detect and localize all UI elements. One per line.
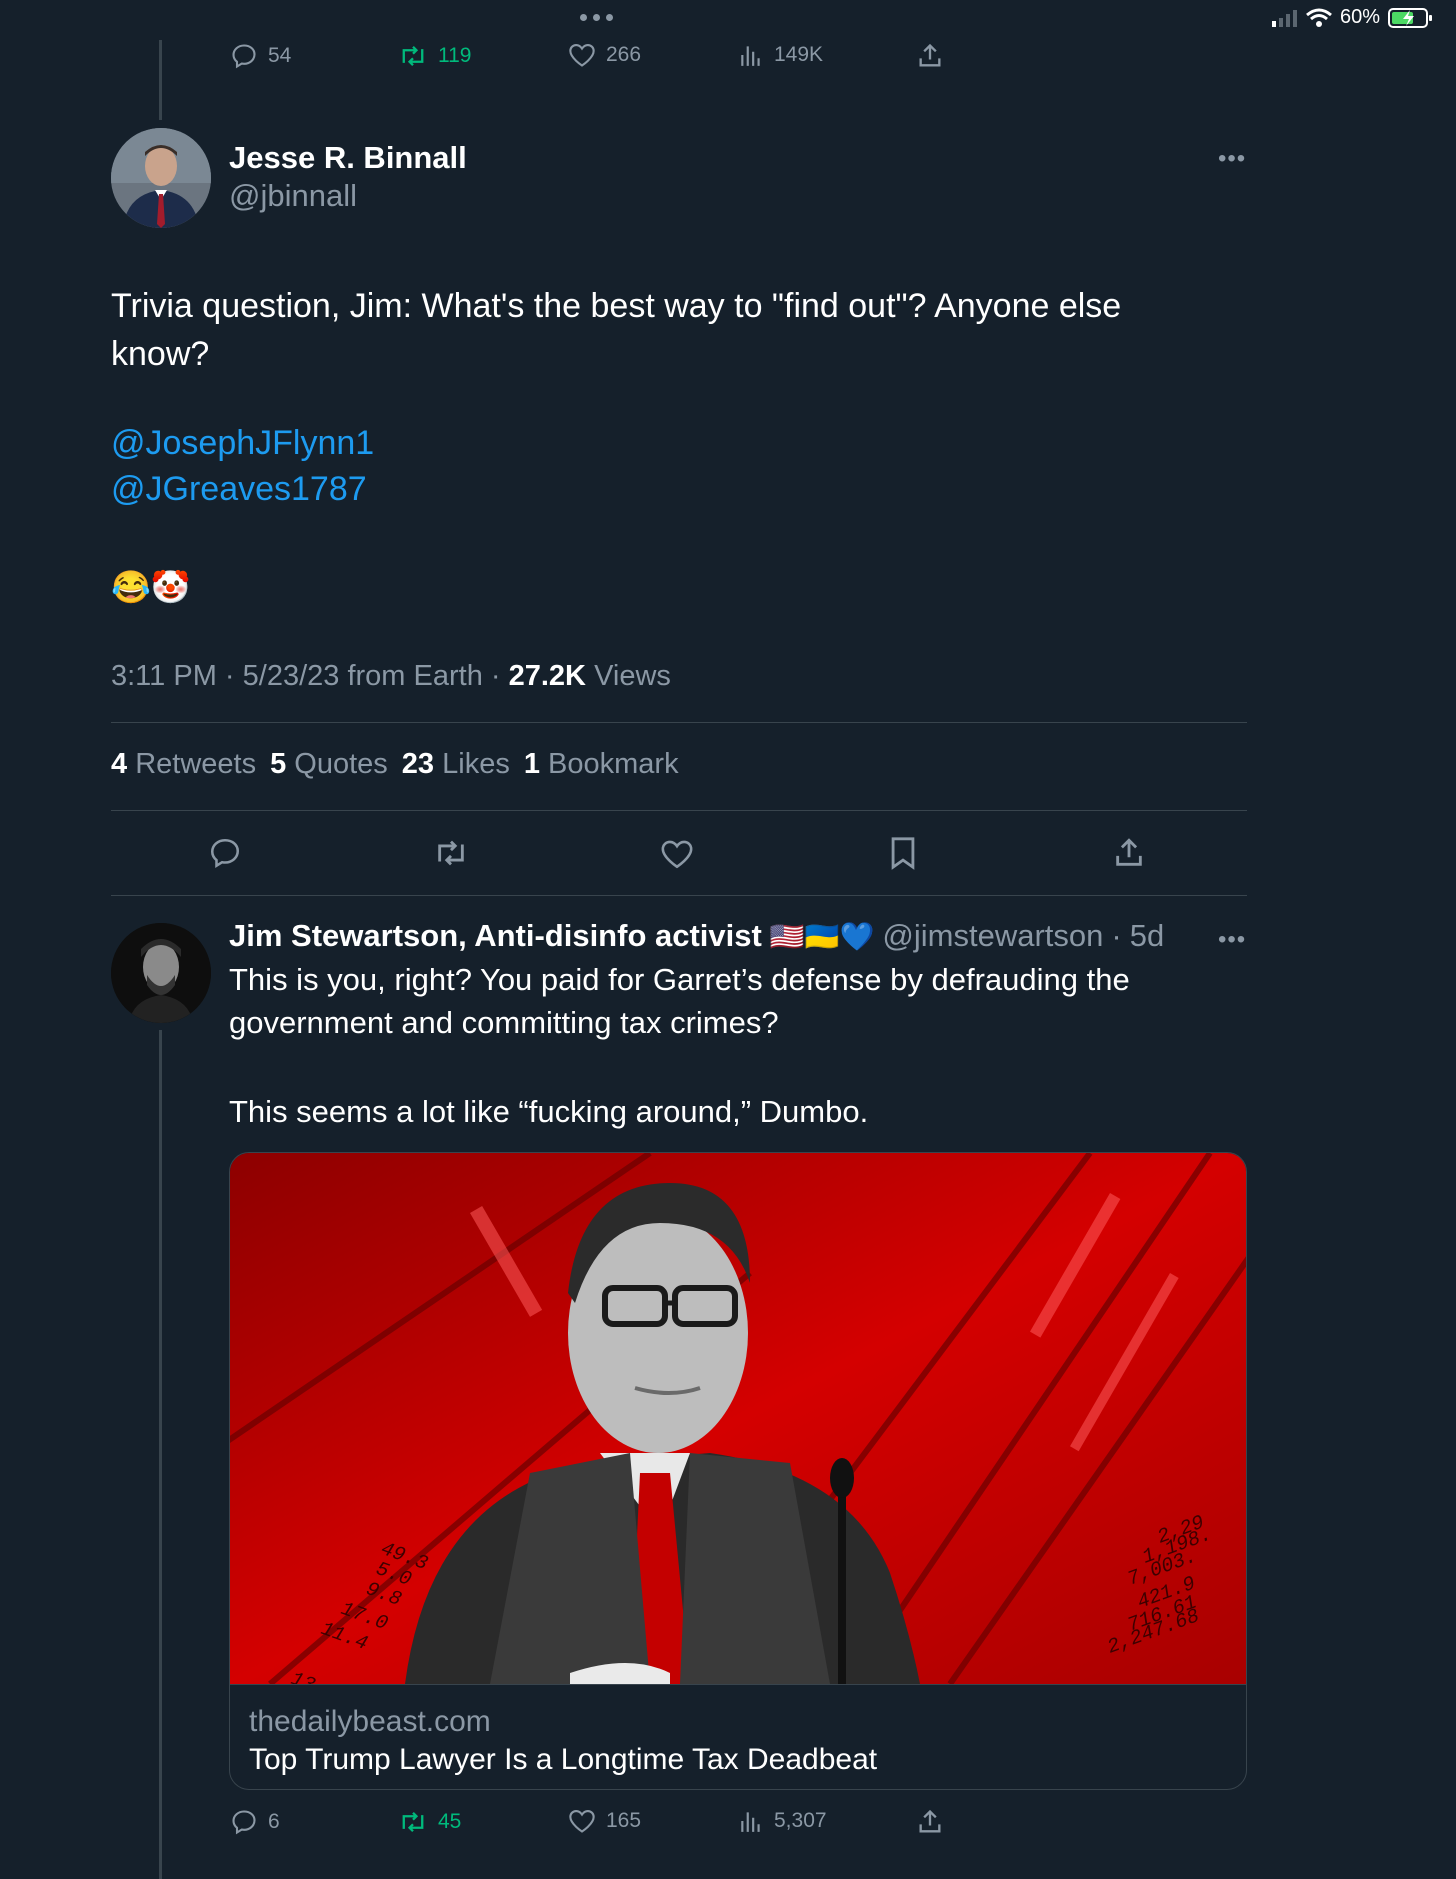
author-handle[interactable]: @jbinnall xyxy=(229,178,357,214)
battery-percent: 60% xyxy=(1340,6,1381,28)
reply-icon xyxy=(210,838,240,869)
card-title: Top Trump Lawyer Is a Longtime Tax Deadb… xyxy=(249,1743,878,1776)
reply-count: 6 xyxy=(268,1810,280,1833)
avatar-jim[interactable] xyxy=(111,923,211,1023)
share-action-top[interactable] xyxy=(916,42,944,70)
retweet-icon xyxy=(438,840,464,866)
divider xyxy=(111,810,1247,811)
heart-icon xyxy=(569,44,595,67)
stat-likes[interactable]: 23 Likes xyxy=(402,748,510,781)
analytics-icon xyxy=(741,1812,760,1832)
card-image[interactable]: 49.3 5.0 9.8 17.0 11.4 13.5 2,29 1,198. … xyxy=(230,1153,1246,1684)
link-card[interactable]: 49.3 5.0 9.8 17.0 11.4 13.5 2,29 1,198. … xyxy=(229,1152,1247,1790)
views-action-top[interactable]: 149K xyxy=(738,42,823,68)
card-footer[interactable]: thedailybeast.com Top Trump Lawyer Is a … xyxy=(230,1684,1246,1789)
stat-retweets[interactable]: 4 Retweets xyxy=(111,748,256,781)
reply-icon xyxy=(232,44,256,69)
reply-more-options-icon[interactable]: ••• xyxy=(1218,926,1246,954)
reply-age[interactable]: 5d xyxy=(1130,918,1164,954)
thread-line-top xyxy=(159,40,162,120)
views-action[interactable]: 5,307 xyxy=(738,1808,827,1834)
share-icon xyxy=(919,1809,941,1833)
retweet-count: 45 xyxy=(438,1810,462,1833)
signal-icon xyxy=(1272,9,1297,27)
battery-icon xyxy=(1388,7,1433,28)
heart-icon xyxy=(569,1810,595,1833)
retweet-icon xyxy=(402,1811,424,1833)
card-domain: thedailybeast.com xyxy=(249,1705,491,1738)
reply-count-top: 54 xyxy=(268,44,292,67)
heart-icon xyxy=(661,840,693,869)
analytics-icon xyxy=(741,46,760,66)
retweet-icon xyxy=(402,45,424,67)
like-count: 165 xyxy=(606,1809,642,1832)
retweet-button[interactable] xyxy=(432,836,470,875)
reply-header: Jim Stewartson, Anti-disinfo activist 🇺🇸… xyxy=(229,918,1165,954)
share-icon xyxy=(919,43,941,67)
divider xyxy=(111,722,1247,723)
reply-author-name[interactable]: Jim Stewartson, Anti-disinfo activist xyxy=(229,918,762,954)
reply-text-2: This seems a lot like “fucking around,” … xyxy=(229,1094,869,1129)
share-icon xyxy=(1116,838,1142,866)
share-button[interactable] xyxy=(1112,836,1146,875)
views-count: 5,307 xyxy=(774,1809,827,1832)
divider xyxy=(111,895,1247,896)
bookmark-icon xyxy=(891,837,915,870)
reply-icon xyxy=(232,1810,256,1835)
card-image-graphic: 49.3 5.0 9.8 17.0 11.4 13.5 2,29 1,198. … xyxy=(230,1153,1246,1684)
more-options-top-icon[interactable] xyxy=(580,14,613,21)
emoji-text: 😂🤡 xyxy=(111,569,191,605)
bookmark-button[interactable] xyxy=(888,836,918,875)
wifi-icon xyxy=(1306,8,1332,27)
views-count-top: 149K xyxy=(774,43,824,66)
tweet-text: Trivia question, Jim: What's the best wa… xyxy=(111,287,1122,373)
reply-button[interactable] xyxy=(208,836,242,875)
stat-quotes[interactable]: 5 Quotes xyxy=(270,748,388,781)
tweet-time[interactable]: 3:11 PM xyxy=(111,660,217,692)
reply-text-1: This is you, right? You paid for Garret’… xyxy=(229,962,1130,1040)
reply-action[interactable]: 6 xyxy=(230,1808,280,1836)
reply-action-top[interactable]: 54 xyxy=(230,42,291,70)
reply-author-handle[interactable]: @jimstewartson xyxy=(882,918,1103,954)
retweet-action-top[interactable]: 119 xyxy=(398,42,471,70)
like-button[interactable] xyxy=(660,838,694,875)
mention-link[interactable]: @JosephJFlynn1 xyxy=(111,424,374,463)
share-action[interactable] xyxy=(916,1808,944,1836)
status-bar: 60% xyxy=(1270,6,1434,29)
tweet-date-source[interactable]: 5/23/23 from Earth xyxy=(243,660,483,692)
retweet-count-top: 119 xyxy=(438,44,472,67)
tweet-stats: 4 Retweets 5 Quotes 23 Likes 1 Bookmark xyxy=(111,748,679,781)
views-label: Views xyxy=(594,660,671,692)
thread-line-reply xyxy=(159,1030,162,1879)
like-action[interactable]: 165 xyxy=(568,1808,641,1834)
retweet-action[interactable]: 45 xyxy=(398,1808,461,1836)
tweet-metadata: 3:11 PM · 5/23/23 from Earth · 27.2K Vie… xyxy=(111,660,671,692)
flag-emojis: 🇺🇸🇺🇦💙 xyxy=(769,920,875,952)
like-action-top[interactable]: 266 xyxy=(568,42,641,68)
like-count-top: 266 xyxy=(606,43,642,66)
author-name[interactable]: Jesse R. Binnall xyxy=(229,140,467,176)
mention-link[interactable]: @JGreaves1787 xyxy=(111,470,367,509)
avatar-jesse[interactable] xyxy=(111,128,211,228)
views-count: 27.2K xyxy=(508,660,586,692)
more-options-icon[interactable]: ••• xyxy=(1218,145,1246,173)
stat-bookmarks[interactable]: 1 Bookmark xyxy=(524,748,679,781)
